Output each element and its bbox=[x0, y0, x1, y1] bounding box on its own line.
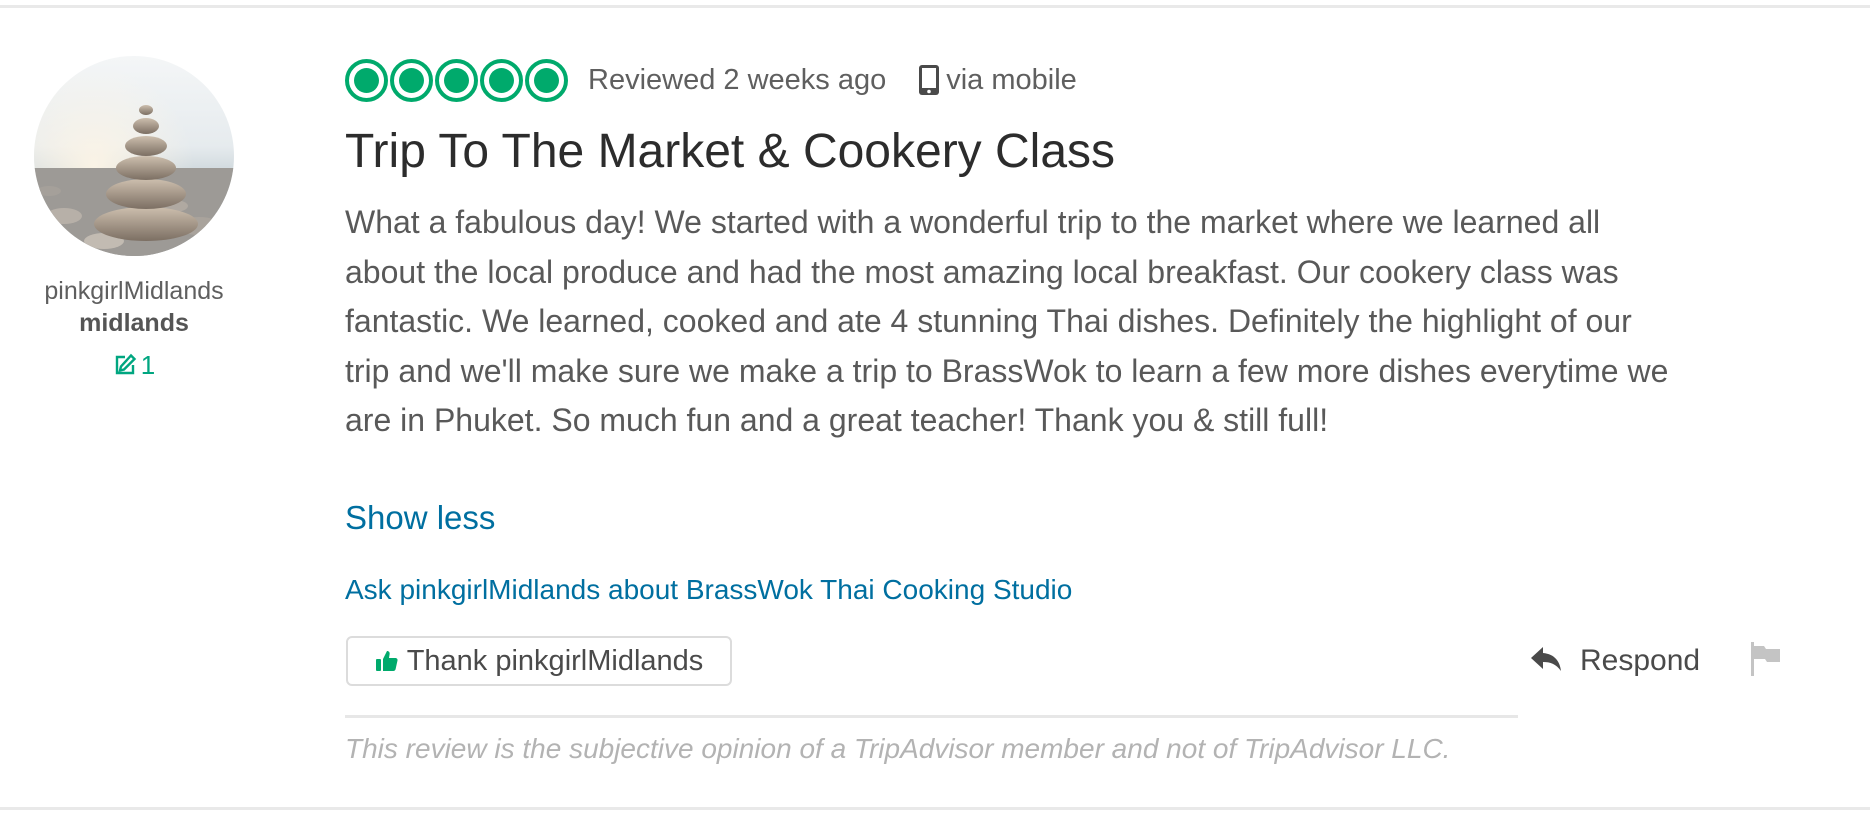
ask-member-link[interactable]: Ask pinkgirlMidlands about BrassWok Thai… bbox=[345, 572, 1072, 608]
top-divider bbox=[0, 5, 1870, 8]
rating-bubbles bbox=[345, 58, 568, 102]
disclaimer-divider bbox=[345, 715, 1518, 718]
member-location: midlands bbox=[79, 309, 189, 337]
member-avatar[interactable] bbox=[34, 56, 234, 256]
rating-bubble-icon bbox=[390, 58, 433, 102]
review-title[interactable]: Trip To The Market & Cookery Class bbox=[345, 120, 1115, 184]
stacked-stones-avatar bbox=[34, 56, 234, 256]
rating-bubble-icon bbox=[435, 58, 478, 102]
review-card: pinkgirlMidlands midlands 1 Reviewed 2 w… bbox=[0, 0, 1870, 816]
report-flag-button[interactable] bbox=[1750, 640, 1782, 681]
flag-icon bbox=[1750, 642, 1782, 680]
via-mobile-label: via mobile bbox=[946, 63, 1077, 96]
member-username[interactable]: pinkgirlMidlands bbox=[20, 276, 248, 306]
show-less-link[interactable]: Show less bbox=[345, 496, 495, 540]
rating-bubble-icon bbox=[345, 58, 388, 102]
rating-bubble-icon bbox=[480, 58, 523, 102]
rating-bubble-icon bbox=[525, 58, 568, 102]
member-info: pinkgirlMidlands midlands 1 bbox=[20, 56, 248, 382]
review-disclaimer: This review is the subjective opinion of… bbox=[345, 733, 1451, 764]
contribution-count-value: 1 bbox=[140, 350, 156, 380]
pencil-edit-icon bbox=[113, 353, 137, 377]
rating-row: Reviewed 2 weeks ago via mobile bbox=[345, 55, 1077, 105]
respond-button[interactable]: Respond bbox=[1530, 638, 1700, 684]
review-text: What a fabulous day! We started with a w… bbox=[345, 204, 1669, 438]
contribution-count[interactable]: 1 bbox=[113, 350, 155, 380]
reply-arrow-icon bbox=[1530, 645, 1562, 678]
respond-label: Respond bbox=[1580, 644, 1701, 677]
review-date: Reviewed 2 weeks ago bbox=[588, 63, 887, 96]
thank-button-label: Thank pinkgirlMidlands bbox=[406, 644, 704, 677]
thank-member-button[interactable]: Thank pinkgirlMidlands bbox=[346, 636, 732, 686]
bottom-divider bbox=[0, 807, 1870, 810]
mobile-phone-icon bbox=[918, 64, 940, 96]
thumbs-up-icon bbox=[375, 649, 399, 673]
